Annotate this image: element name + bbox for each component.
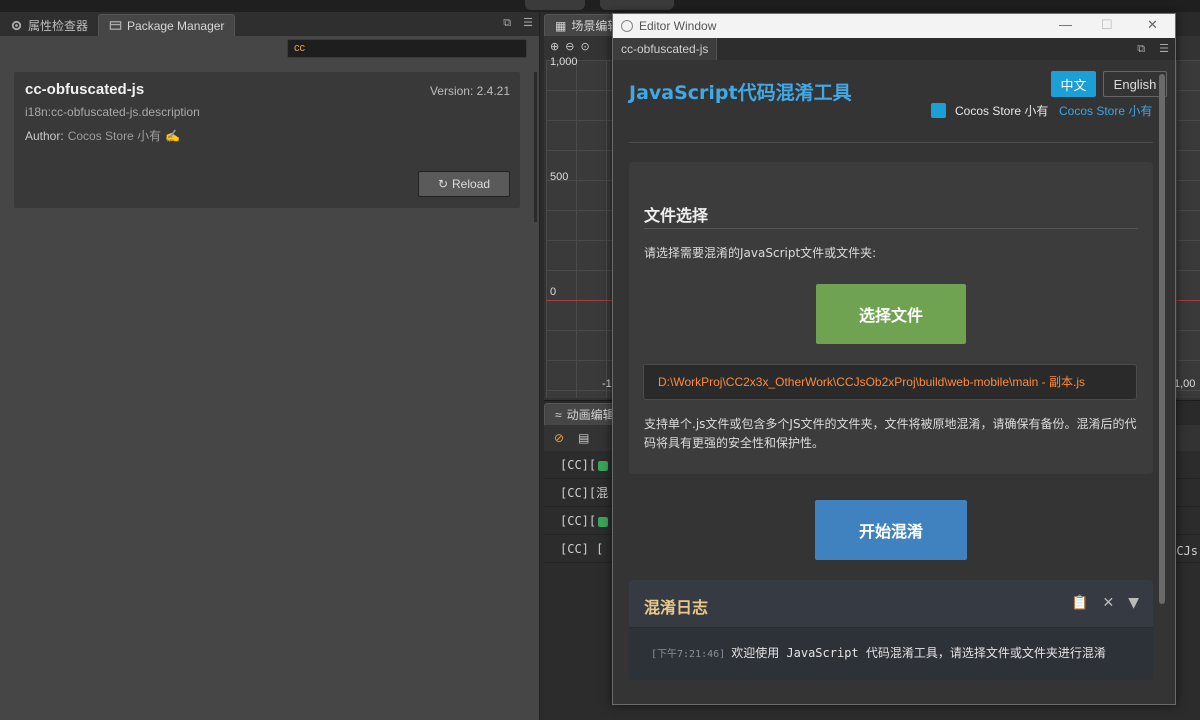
author-value: Cocos Store 小有 [67,129,162,143]
minimize-icon[interactable]: — [1059,17,1072,32]
reload-button[interactable]: ↻ Reload [418,171,510,197]
file-section-prompt: 请选择需要混淆的JavaScript文件或文件夹: [644,246,877,260]
clipboard-icon[interactable]: 📋 [1071,595,1088,611]
y-label: 1,000 [550,56,578,68]
package-search-input[interactable]: cc [287,39,527,58]
scene-icon: ▦ [555,18,567,33]
log-entry-message: 欢迎使用 JavaScript 代码混淆工具，请选择文件或文件夹进行混淆 [731,646,1106,660]
lang-zh-button[interactable]: 中文 [1051,71,1096,97]
popout-icon[interactable]: ⧉ [1137,42,1145,56]
editor-window: Editor Window — ☐ ✕ cc-obfuscated-js ⧉ ☰… [612,13,1176,705]
top-tab-fragment[interactable] [525,0,585,10]
clear-icon[interactable]: ⊘ [554,431,564,445]
window-tabbar: cc-obfuscated-js ⧉ ☰ [613,38,1175,60]
log-card: 混淆日志 📋 ✕ ▼ [下午7:21:46] 欢迎使用 JavaScript 代码… [629,580,1153,680]
window-body: JavaScript代码混淆工具 中文 English Cocos Store … [613,60,1175,704]
reload-icon: ↻ [437,177,449,191]
tool-title: JavaScript代码混淆工具 [629,82,852,104]
reload-label: Reload [452,177,491,191]
header-divider [629,142,1153,143]
store-link[interactable]: Cocos Store 小有 [1059,102,1152,119]
tab-animation-label: 动画编辑 [566,408,615,422]
gear-icon [11,20,22,30]
package-author: Author: Cocos Store 小有 ✍ [25,127,180,144]
tab-package-manager-label: Package Manager [127,18,225,33]
window-title: Editor Window [639,19,717,33]
window-scrollbar[interactable] [1159,74,1165,604]
file-selection-card: 文件选择 请选择需要混淆的JavaScript文件或文件夹: 选择文件 D:\W… [629,162,1153,474]
app-logo-icon [621,20,633,32]
console-line-text: [CC][混 [560,486,609,500]
left-tabbar: 属性检查器 Package Manager ⧉ ☰ [0,12,539,36]
package-name: cc-obfuscated-js [25,81,145,98]
top-strip [0,0,1200,12]
app-root: 属性检查器 Package Manager ⧉ ☰ cc cc-obfuscat… [0,0,1200,720]
log-entry-time: [下午7:21:46] [651,649,726,660]
collapse-icon[interactable]: ▼ [1128,595,1139,611]
store-checkbox[interactable] [931,103,946,118]
left-panel: 属性检查器 Package Manager ⧉ ☰ cc cc-obfuscat… [0,12,540,720]
package-description: i18n:cc-obfuscated-js.description [25,105,200,119]
start-obfuscate-button[interactable]: 开始混淆 [815,500,967,560]
zoom-out-icon[interactable]: ⊖ [565,40,574,53]
package-card: cc-obfuscated-js Version: 2.4.21 i18n:cc… [14,72,520,208]
tab-inspector[interactable]: 属性检查器 [0,14,98,36]
check-icon [598,460,609,471]
lang-en-button[interactable]: English [1103,71,1167,97]
log-entry: [下午7:21:46] 欢迎使用 JavaScript 代码混淆工具，请选择文件或… [651,644,1106,661]
menu-icon[interactable]: ☰ [1159,42,1169,56]
log-header: 混淆日志 📋 ✕ ▼ [629,580,1153,628]
author-label: Author: [25,129,64,143]
zoom-reset-icon[interactable]: ⊙ [580,40,589,53]
menu-icon[interactable]: ☰ [523,16,533,30]
console-line-text: [CC] [ [560,542,604,556]
search-row: cc [0,36,539,58]
log-title: 混淆日志 [644,598,709,617]
console-line-text: [CC][ [560,458,597,472]
select-file-button[interactable]: 选择文件 [816,284,966,344]
clear-log-icon[interactable]: ✕ [1102,595,1114,611]
document-icon[interactable]: ▤ [578,431,589,445]
left-scrollbar[interactable] [534,72,537,222]
package-version: Version: 2.4.21 [429,84,510,98]
store-label: Cocos Store 小有 [955,104,1049,118]
tab-package-manager[interactable]: Package Manager [98,14,236,36]
y-label: 500 [550,171,569,183]
top-tab-fragment[interactable] [600,0,674,10]
popout-icon[interactable]: ⧉ [503,16,511,30]
console-line-text: [CC][ [560,514,597,528]
animation-icon: ≈ [555,407,562,422]
zoom-in-icon[interactable]: ⊕ [550,40,559,53]
x-label: -1 [602,378,612,390]
tab-inspector-label: 属性检查器 [28,18,89,33]
file-path-field[interactable]: D:\WorkProj\CC2x3x_OtherWork\CCJsOb2xPro… [643,364,1137,400]
hand-icon: ✍ [165,129,181,143]
x-label: 1,00 [1174,378,1196,390]
tab-cc-obfuscated-js[interactable]: cc-obfuscated-js [613,38,718,60]
package-icon [109,21,122,30]
file-section-note: 支持单个.js文件或包含多个JS文件的文件夹，文件将被原地混淆，请确保有备份。混… [644,417,1137,450]
check-icon [598,516,609,527]
file-section-divider [644,228,1138,229]
maximize-icon[interactable]: ☐ [1101,17,1113,33]
y-label: 0 [550,286,557,298]
window-titlebar[interactable]: Editor Window — ☐ ✕ [613,14,1175,38]
file-section-title: 文件选择 [644,206,709,225]
close-icon[interactable]: ✕ [1147,17,1158,33]
